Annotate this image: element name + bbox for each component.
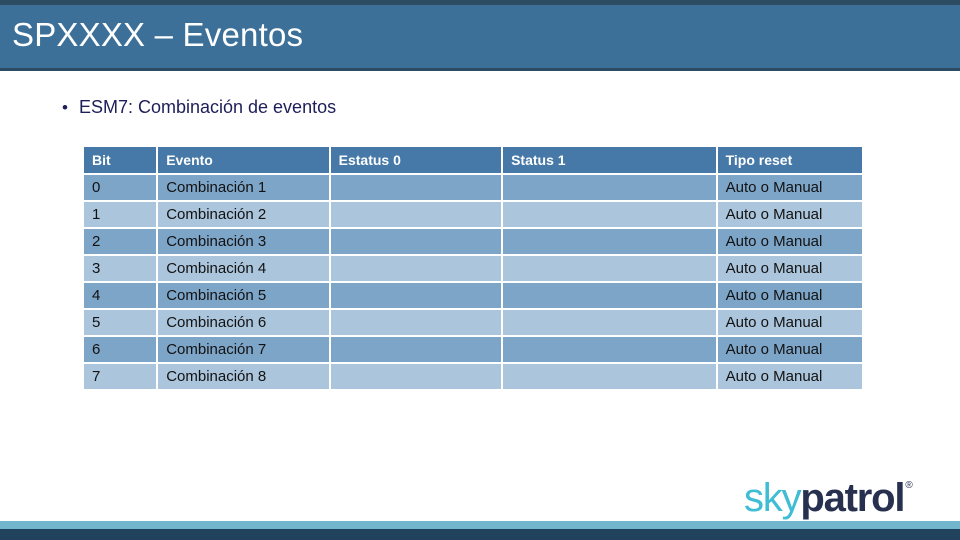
table-row: 1 Combinación 2 Auto o Manual [84,202,862,227]
header-bottom-rule [0,68,960,71]
cell-tipo-reset: Auto o Manual [717,337,862,362]
header-top-rule [0,0,960,5]
cell-tipo-reset: Auto o Manual [717,202,862,227]
cell-estatus-0 [330,256,502,281]
skypatrol-logo: sky patrol ® [744,478,913,518]
bullet-item: • ESM7: Combinación de eventos [62,95,336,120]
slide-header: SPXXXX – Eventos [0,0,960,68]
table-header-row: Bit Evento Estatus 0 Status 1 Tipo reset [84,147,862,173]
table-row: 7 Combinación 8 Auto o Manual [84,364,862,389]
cell-evento: Combinación 1 [158,175,329,200]
cell-status-1 [503,283,716,308]
cell-bit: 4 [84,283,157,308]
cell-tipo-reset: Auto o Manual [717,283,862,308]
table-row: 5 Combinación 6 Auto o Manual [84,310,862,335]
cell-tipo-reset: Auto o Manual [717,175,862,200]
cell-evento: Combinación 7 [158,337,329,362]
table-row: 4 Combinación 5 Auto o Manual [84,283,862,308]
table-row: 6 Combinación 7 Auto o Manual [84,337,862,362]
cell-status-1 [503,337,716,362]
cell-estatus-0 [330,310,502,335]
footer-accent-bar [0,521,960,529]
cell-evento: Combinación 3 [158,229,329,254]
column-header-status-1: Status 1 [503,147,716,173]
cell-bit: 0 [84,175,157,200]
cell-estatus-0 [330,364,502,389]
footer-dark-bar [0,529,960,540]
bullet-marker-icon: • [62,98,68,117]
table-row: 3 Combinación 4 Auto o Manual [84,256,862,281]
cell-status-1 [503,310,716,335]
cell-tipo-reset: Auto o Manual [717,256,862,281]
cell-bit: 7 [84,364,157,389]
cell-bit: 5 [84,310,157,335]
cell-status-1 [503,202,716,227]
cell-bit: 2 [84,229,157,254]
table-row: 0 Combinación 1 Auto o Manual [84,175,862,200]
registered-mark-icon: ® [905,480,913,491]
logo-text-sky: sky [744,476,802,520]
cell-tipo-reset: Auto o Manual [717,229,862,254]
cell-evento: Combinación 5 [158,283,329,308]
cell-status-1 [503,364,716,389]
bullet-item-label: ESM7: Combinación de eventos [78,97,337,117]
cell-bit: 6 [84,337,157,362]
cell-evento: Combinación 8 [158,364,329,389]
cell-estatus-0 [330,229,502,254]
table-row: 2 Combinación 3 Auto o Manual [84,229,862,254]
cell-tipo-reset: Auto o Manual [717,364,862,389]
column-header-evento: Evento [158,147,329,173]
table-header: Bit Evento Estatus 0 Status 1 Tipo reset [84,147,862,173]
cell-estatus-0 [330,202,502,227]
cell-bit: 1 [84,202,157,227]
cell-tipo-reset: Auto o Manual [717,310,862,335]
cell-evento: Combinación 2 [158,202,329,227]
cell-evento: Combinación 4 [158,256,329,281]
cell-status-1 [503,256,716,281]
page-title: SPXXXX – Eventos [12,16,304,53]
column-header-estatus-0: Estatus 0 [330,147,502,173]
cell-status-1 [503,229,716,254]
cell-status-1 [503,175,716,200]
column-header-tipo-reset: Tipo reset [717,147,862,173]
events-table: Bit Evento Estatus 0 Status 1 Tipo reset… [82,145,864,391]
cell-evento: Combinación 6 [158,310,329,335]
logo-text-patrol: patrol [800,476,905,520]
cell-estatus-0 [330,337,502,362]
cell-estatus-0 [330,175,502,200]
column-header-bit: Bit [84,147,157,173]
table-body: 0 Combinación 1 Auto o Manual 1 Combinac… [84,175,862,389]
cell-bit: 3 [84,256,157,281]
cell-estatus-0 [330,283,502,308]
